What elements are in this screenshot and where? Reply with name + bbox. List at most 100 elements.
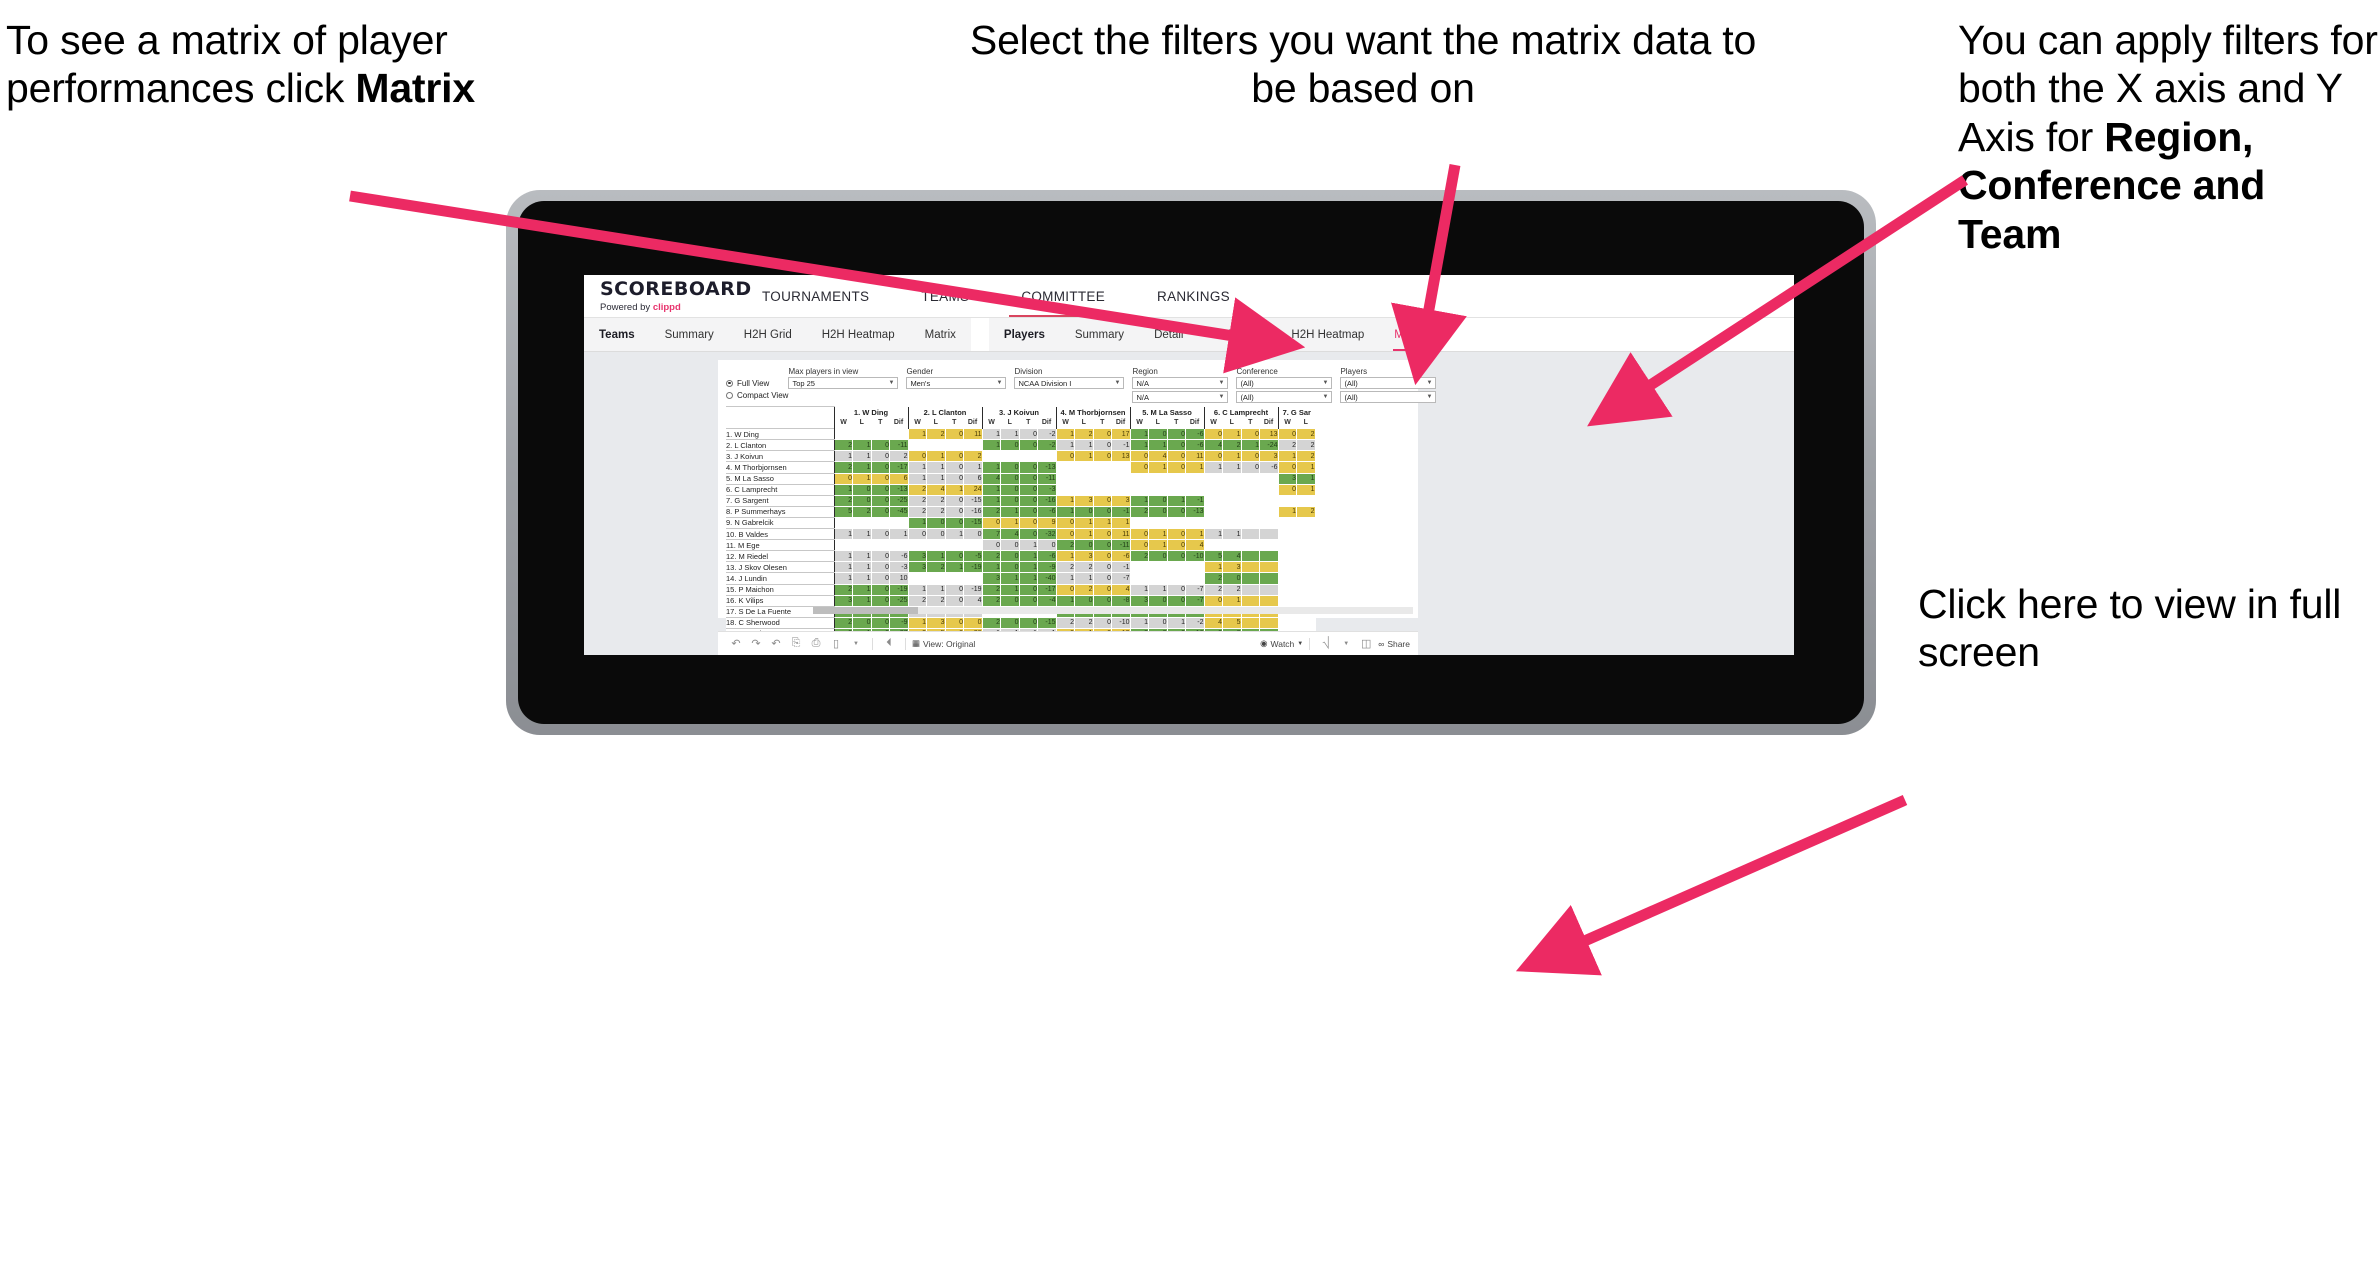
- matrix-cell[interactable]: 3: [981, 572, 1001, 585]
- matrix-cell[interactable]: 0: [1148, 494, 1168, 507]
- matrix-cell[interactable]: -6: [1037, 505, 1057, 518]
- chevron-down-icon[interactable]: ▼: [1426, 394, 1432, 400]
- matrix-cell[interactable]: 1: [1000, 505, 1020, 518]
- matrix-cell[interactable]: 2: [1129, 505, 1149, 518]
- matrix-cell[interactable]: -17: [1037, 583, 1057, 596]
- matrix-cell[interactable]: 3: [1074, 550, 1094, 563]
- matrix-cell[interactable]: 0: [1018, 461, 1038, 474]
- pause-icon[interactable]: ⎙: [806, 635, 826, 653]
- matrix-cell[interactable]: 1: [963, 461, 983, 474]
- radio-icon[interactable]: [726, 379, 733, 387]
- matrix-cell[interactable]: [1018, 450, 1038, 463]
- matrix-cell[interactable]: [1259, 594, 1279, 607]
- matrix-cell[interactable]: 3: [1111, 494, 1131, 507]
- matrix-cell[interactable]: 1: [852, 561, 872, 574]
- matrix-cell[interactable]: [1222, 516, 1242, 530]
- matrix-cell[interactable]: 0: [870, 505, 890, 518]
- tab-detail[interactable]: Detail: [1139, 318, 1198, 351]
- matrix-cell[interactable]: 0: [870, 583, 890, 596]
- matrix-cell[interactable]: [1296, 550, 1316, 563]
- matrix-cell[interactable]: 1: [981, 483, 1001, 496]
- matrix-cell[interactable]: [1296, 572, 1316, 585]
- division-select[interactable]: NCAA Division I ▼: [1014, 377, 1125, 389]
- matrix-cell[interactable]: [1240, 583, 1260, 596]
- matrix-cell[interactable]: 1: [1018, 561, 1038, 574]
- matrix-cell[interactable]: 1: [852, 572, 872, 585]
- matrix-cell[interactable]: 1: [833, 528, 853, 541]
- matrix-cell[interactable]: 0: [1166, 550, 1186, 563]
- matrix-cell[interactable]: 1: [1129, 439, 1149, 452]
- matrix-cell[interactable]: 0: [1000, 472, 1020, 485]
- matrix-cell[interactable]: 2: [1074, 428, 1094, 441]
- matrix-cell[interactable]: [926, 439, 946, 452]
- matrix-cell[interactable]: [1203, 494, 1223, 507]
- matrix-cell[interactable]: 0: [1277, 428, 1297, 441]
- matrix-cell[interactable]: 1: [944, 483, 964, 496]
- matrix-cell[interactable]: 1: [926, 472, 946, 485]
- matrix-cell[interactable]: 1: [926, 450, 946, 463]
- matrix-cell[interactable]: [1259, 516, 1279, 530]
- matrix-cell[interactable]: 0: [1018, 616, 1038, 629]
- matrix-cell[interactable]: 1: [1166, 494, 1186, 507]
- matrix-cell[interactable]: [1166, 572, 1186, 585]
- matrix-cell[interactable]: 0: [1000, 616, 1020, 629]
- matrix-cell[interactable]: 13: [1111, 450, 1131, 463]
- matrix-cell[interactable]: 0: [1277, 461, 1297, 474]
- matrix-cell[interactable]: 0: [963, 528, 983, 541]
- matrix-cell[interactable]: [1259, 550, 1279, 563]
- matrix-cell[interactable]: [1277, 516, 1297, 530]
- matrix-cell[interactable]: 3: [833, 594, 853, 607]
- matrix-cell[interactable]: 1: [833, 550, 853, 563]
- custom-views-icon[interactable]: ▯: [826, 635, 846, 653]
- matrix-cell[interactable]: -19: [963, 561, 983, 574]
- matrix-cell[interactable]: [1000, 450, 1020, 463]
- matrix-cell[interactable]: -3: [1037, 483, 1057, 496]
- matrix-cell[interactable]: [1166, 561, 1186, 574]
- matrix-cell[interactable]: 0: [1018, 483, 1038, 496]
- matrix-cell[interactable]: 1: [1222, 594, 1242, 607]
- matrix-cell[interactable]: -1: [1111, 439, 1131, 452]
- tab-matrix[interactable]: Matrix: [1379, 318, 1440, 351]
- matrix-cell[interactable]: 1: [1055, 594, 1075, 607]
- matrix-cell[interactable]: 0: [1092, 594, 1112, 607]
- matrix-cell[interactable]: 24: [963, 483, 983, 496]
- matrix-cell[interactable]: 3: [1259, 450, 1279, 463]
- matrix-cell[interactable]: [907, 572, 927, 585]
- matrix-cell[interactable]: 1: [852, 528, 872, 541]
- matrix-cell[interactable]: [1296, 528, 1316, 541]
- matrix-cell[interactable]: 1: [1000, 583, 1020, 596]
- matrix-cell[interactable]: -24: [1259, 439, 1279, 452]
- matrix-cell[interactable]: [833, 539, 853, 552]
- matrix-cell[interactable]: 0: [1092, 550, 1112, 563]
- chevron-down-icon[interactable]: ▼: [996, 380, 1002, 386]
- matrix-cell[interactable]: 1: [833, 483, 853, 496]
- matrix-cell[interactable]: 0: [1148, 428, 1168, 441]
- matrix-cell[interactable]: [1111, 472, 1131, 485]
- matrix-cell[interactable]: [1296, 561, 1316, 574]
- matrix-cell[interactable]: -2: [1037, 428, 1057, 441]
- matrix-cell[interactable]: [944, 539, 964, 552]
- matrix-cell[interactable]: [1277, 494, 1297, 507]
- matrix-cell[interactable]: -11: [889, 439, 909, 452]
- matrix-cell[interactable]: 0: [1277, 483, 1297, 496]
- matrix-cell[interactable]: 0: [907, 528, 927, 541]
- matrix-cell[interactable]: [1240, 539, 1260, 552]
- matrix-cell[interactable]: 0: [944, 494, 964, 507]
- matrix-cell[interactable]: 0: [944, 550, 964, 563]
- matrix-cell[interactable]: 1: [1222, 450, 1242, 463]
- matrix-cell[interactable]: 0: [833, 472, 853, 485]
- matrix-cell[interactable]: 1: [1129, 583, 1149, 596]
- matrix-cell[interactable]: [1185, 516, 1205, 530]
- matrix-cell[interactable]: 1: [1222, 528, 1242, 541]
- matrix-cell[interactable]: [852, 428, 872, 441]
- matrix-cell[interactable]: 1: [833, 572, 853, 585]
- matrix-cell[interactable]: [852, 516, 872, 530]
- matrix-cell[interactable]: 0: [1148, 594, 1168, 607]
- matrix-cell[interactable]: [1055, 472, 1075, 485]
- tab-summary[interactable]: Summary: [1060, 318, 1139, 351]
- matrix-cell[interactable]: 0: [1148, 616, 1168, 629]
- matrix-cell[interactable]: 11: [1185, 450, 1205, 463]
- chevron-down-icon[interactable]: ▼: [1322, 380, 1328, 386]
- matrix-cell[interactable]: 1: [1074, 516, 1094, 530]
- matrix-cell[interactable]: 2: [1055, 561, 1075, 574]
